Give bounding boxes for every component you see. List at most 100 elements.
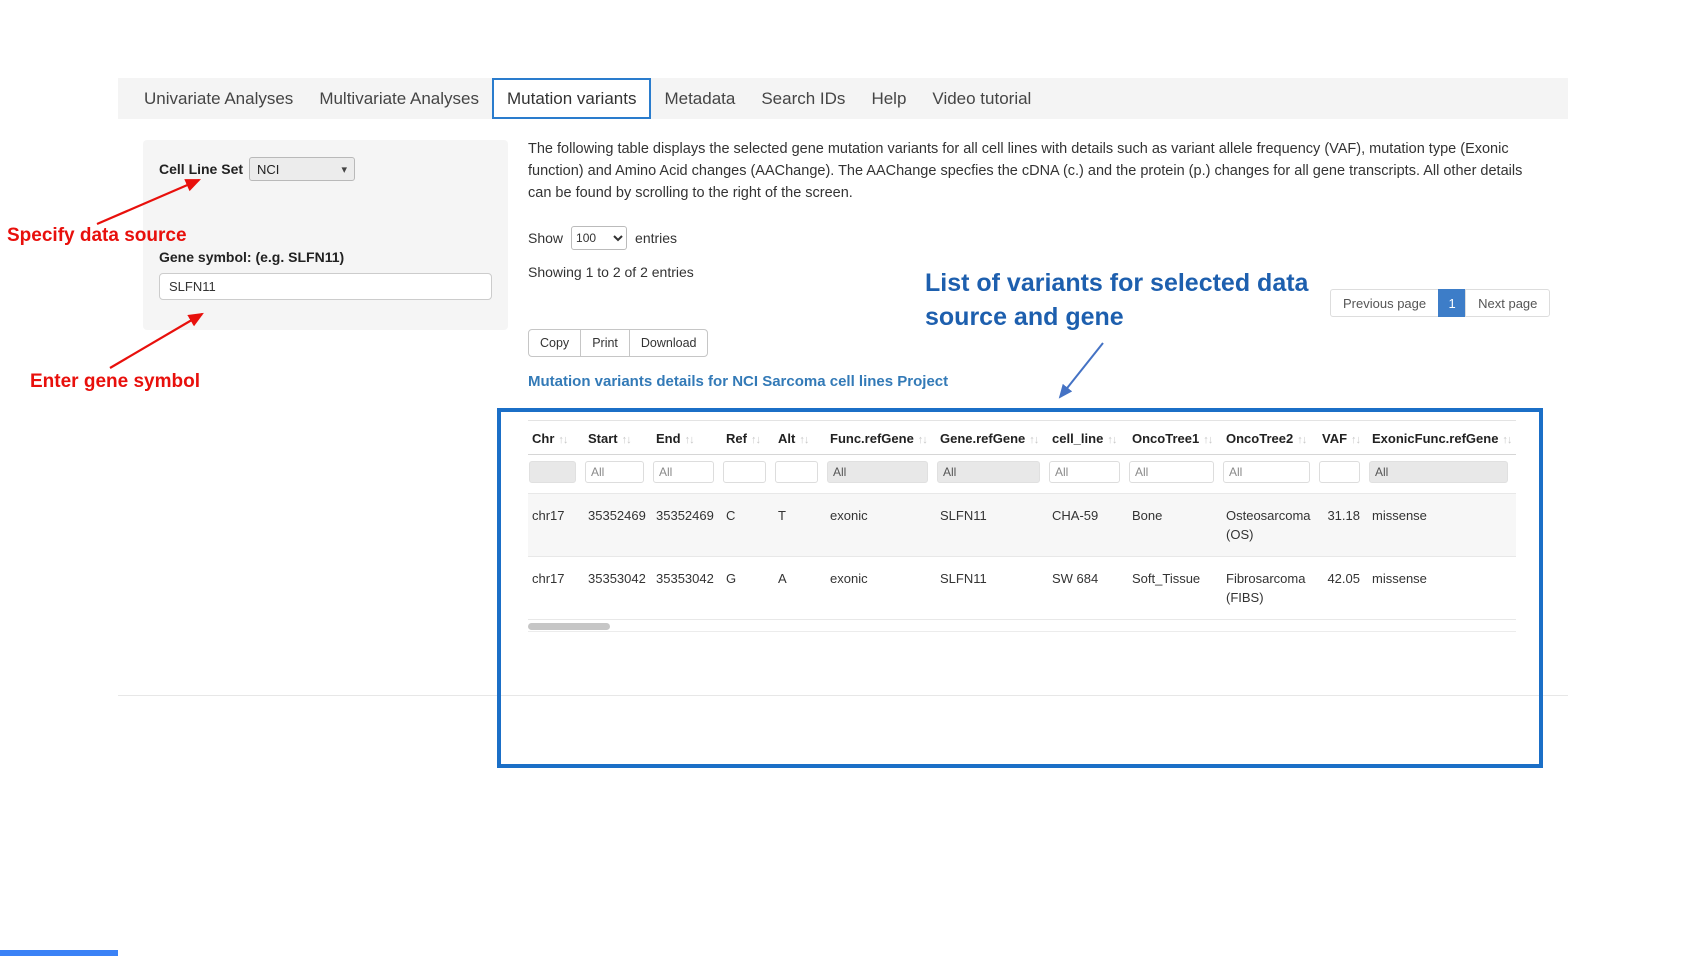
- sort-icon: ↑↓: [751, 434, 760, 446]
- filter-cell: [722, 455, 774, 494]
- copy-button[interactable]: Copy: [528, 329, 581, 357]
- cell-gene-refgene: SLFN11: [936, 557, 1048, 620]
- previous-page-button[interactable]: Previous page: [1330, 289, 1439, 317]
- cell-alt: A: [774, 557, 826, 620]
- column-label: Func.refGene: [830, 431, 914, 446]
- sort-icon: ↑↓: [1029, 434, 1038, 446]
- scrollbar-thumb[interactable]: [528, 623, 610, 630]
- annotation-enter-gene-symbol: Enter gene symbol: [30, 371, 200, 393]
- showing-info: Showing 1 to 2 of 2 entries: [528, 264, 694, 280]
- filter-cell: [1048, 455, 1128, 494]
- column-header-gene-refgene[interactable]: Gene.refGene ↑↓: [936, 421, 1048, 455]
- annotation-specify-data-source: Specify data source: [7, 225, 187, 247]
- table-row[interactable]: chr173535304235353042GAexonicSLFN11SW 68…: [528, 557, 1516, 620]
- column-header-chr[interactable]: Chr↑↓: [528, 421, 584, 455]
- filter-cell: [774, 455, 826, 494]
- column-header-oncotree1[interactable]: OncoTree1↑↓: [1128, 421, 1222, 455]
- column-label: cell_line: [1052, 431, 1103, 446]
- column-header-ref[interactable]: Ref↑↓: [722, 421, 774, 455]
- tab-multivariate-analyses[interactable]: Multivariate Analyses: [306, 78, 492, 119]
- print-button[interactable]: Print: [580, 329, 630, 357]
- column-header-func-refgene[interactable]: Func.refGene ↑↓: [826, 421, 936, 455]
- cell-end: 35353042: [652, 557, 722, 620]
- cell-exonicfunc-refgene: missense: [1368, 494, 1516, 557]
- tab-univariate-analyses[interactable]: Univariate Analyses: [131, 78, 306, 119]
- chevron-down-icon: ▾: [342, 163, 348, 176]
- filter-ref[interactable]: [723, 461, 766, 483]
- gene-symbol-input[interactable]: [159, 273, 492, 300]
- filter-cell: [528, 455, 584, 494]
- filter-cell: [1128, 455, 1222, 494]
- cell-chr: chr17: [528, 494, 584, 557]
- filter-cell: [584, 455, 652, 494]
- tab-metadata[interactable]: Metadata: [651, 78, 748, 119]
- sort-icon: ↑↓: [918, 434, 927, 446]
- cell-func-refgene: exonic: [826, 494, 936, 557]
- table-description: The following table displays the selecte…: [528, 138, 1523, 204]
- gene-symbol-label: Gene symbol: (e.g. SLFN11): [159, 249, 492, 265]
- pagination: Previous page 1 Next page: [1330, 289, 1550, 317]
- filter-func-refgene[interactable]: [827, 461, 928, 483]
- sort-icon: ↑↓: [1351, 434, 1360, 446]
- cell-oncotree1: Soft_Tissue: [1128, 557, 1222, 620]
- column-header-cell-line[interactable]: cell_line ↑↓: [1048, 421, 1128, 455]
- cell-vaf: 42.05: [1318, 557, 1368, 620]
- filter-oncotree2[interactable]: [1223, 461, 1310, 483]
- column-header-end[interactable]: End↑↓: [652, 421, 722, 455]
- next-page-button[interactable]: Next page: [1465, 289, 1550, 317]
- sort-icon: ↑↓: [1107, 434, 1116, 446]
- column-label: End: [656, 431, 681, 446]
- tab-search-ids[interactable]: Search IDs: [748, 78, 858, 119]
- cell-chr: chr17: [528, 557, 584, 620]
- filter-vaf[interactable]: [1319, 461, 1360, 483]
- page: Univariate AnalysesMultivariate Analyses…: [0, 0, 1700, 956]
- filter-alt[interactable]: [775, 461, 818, 483]
- column-header-oncotree2[interactable]: OncoTree2↑↓: [1222, 421, 1318, 455]
- column-header-exonicfunc-refgene[interactable]: ExonicFunc.refGene↑↓: [1368, 421, 1516, 455]
- cell-cell-line: CHA-59: [1048, 494, 1128, 557]
- cell-ref: G: [722, 557, 774, 620]
- cell-vaf: 31.18: [1318, 494, 1368, 557]
- sort-icon: ↑↓: [799, 434, 808, 446]
- filter-cell: [1368, 455, 1516, 494]
- controls-panel: Cell Line Set NCI ▾ Gene symbol: (e.g. S…: [143, 140, 508, 330]
- entries-label: entries: [635, 230, 677, 246]
- filter-start[interactable]: [585, 461, 644, 483]
- filter-cell-line[interactable]: [1049, 461, 1120, 483]
- cell-line-set-select[interactable]: NCI ▾: [249, 157, 355, 181]
- page-number-button[interactable]: 1: [1438, 289, 1466, 317]
- filter-chr[interactable]: [529, 461, 576, 483]
- sort-icon: ↑↓: [1297, 434, 1306, 446]
- tab-mutation-variants[interactable]: Mutation variants: [492, 78, 651, 119]
- filter-gene-refgene[interactable]: [937, 461, 1040, 483]
- filter-oncotree1[interactable]: [1129, 461, 1214, 483]
- cell-ref: C: [722, 494, 774, 557]
- sort-icon: ↑↓: [1502, 434, 1511, 446]
- column-header-alt[interactable]: Alt↑↓: [774, 421, 826, 455]
- column-label: OncoTree1: [1132, 431, 1199, 446]
- sort-icon: ↑↓: [622, 434, 631, 446]
- filter-end[interactable]: [653, 461, 714, 483]
- column-header-start[interactable]: Start↑↓: [584, 421, 652, 455]
- filter-cell: [1318, 455, 1368, 494]
- column-label: Chr: [532, 431, 554, 446]
- page-length-select[interactable]: 100: [571, 226, 627, 250]
- tab-video-tutorial[interactable]: Video tutorial: [919, 78, 1044, 119]
- bottom-progress-bar: [0, 950, 118, 956]
- main-nav: Univariate AnalysesMultivariate Analyses…: [118, 78, 1568, 119]
- download-button[interactable]: Download: [629, 329, 709, 357]
- cell-alt: T: [774, 494, 826, 557]
- column-label: VAF: [1322, 431, 1347, 446]
- variants-table: Chr↑↓Start↑↓End↑↓Ref↑↓Alt↑↓Func.refGene↑…: [528, 420, 1516, 620]
- variants-table-container: Chr↑↓Start↑↓End↑↓Ref↑↓Alt↑↓Func.refGene↑…: [497, 408, 1543, 768]
- horizontal-scrollbar[interactable]: [528, 621, 1516, 632]
- filter-exonicfunc-refgene[interactable]: [1369, 461, 1508, 483]
- tab-help[interactable]: Help: [858, 78, 919, 119]
- cell-line-set-value: NCI: [257, 162, 279, 177]
- column-header-vaf[interactable]: VAF ↑↓: [1318, 421, 1368, 455]
- cell-oncotree2: Fibrosarcoma (FIBS): [1222, 557, 1318, 620]
- column-label: Gene.refGene: [940, 431, 1025, 446]
- cell-start: 35352469: [584, 494, 652, 557]
- nav-tabs: Univariate AnalysesMultivariate Analyses…: [118, 78, 1568, 119]
- table-row[interactable]: chr173535246935352469CTexonicSLFN11CHA-5…: [528, 494, 1516, 557]
